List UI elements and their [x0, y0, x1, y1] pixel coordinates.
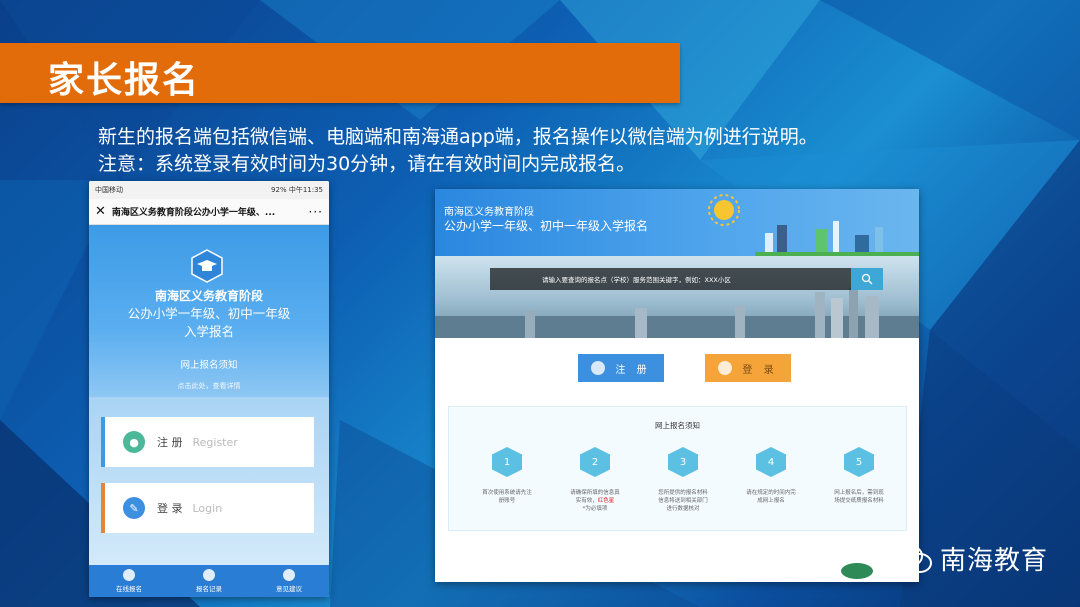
web-register-button[interactable]: 注 册 — [578, 354, 664, 382]
login-label: 登 录 — [157, 502, 183, 515]
step-2-icon: 2 — [580, 447, 610, 477]
mortarboard-icon — [191, 249, 223, 283]
apply-icon — [123, 569, 135, 581]
city-photo-icon — [435, 288, 919, 338]
wechat-navbar: ✕ 南海区义务教育阶段公办小学一年级、... ··· — [89, 199, 329, 225]
user-icon — [718, 361, 733, 375]
phone-hero: 南海区义务教育阶段 公办小学一年级、初中一年级 入学报名 网上报名须知 点击此处… — [89, 225, 329, 397]
register-en-label: Register — [192, 435, 238, 449]
notice-step: 4 请在规定的时间内完 成网上报名 — [727, 447, 815, 513]
notice-title: 网上报名须知 — [655, 421, 700, 430]
notice-steps: 1 首次使用系统请先注 册账号 2 请确保所填的信息真 实有效，红色星 *为必填… — [463, 447, 903, 513]
step-text-line: 册账号 — [498, 498, 516, 504]
step-text: 请确保所填的信息真 实有效，红色星 *为必填项 — [551, 489, 639, 513]
notice-step: 2 请确保所填的信息真 实有效，红色星 *为必填项 — [551, 447, 639, 513]
step-text: 网上报名后，需到现 场提交纸质报名材料 — [815, 489, 903, 505]
web-city-banner: 请输入要查询的报名点（学校）服务范围关键字，例如：XXX小区 — [435, 256, 919, 338]
pencil-icon: ✎ — [123, 497, 145, 519]
tab-apply-records[interactable]: 报名记录 — [196, 569, 222, 593]
notice-detail-link[interactable]: 点击此处，查看详情 — [89, 381, 329, 391]
status-bar: 中国移动 92% 中午11:35 — [89, 181, 329, 199]
notice-step: 5 网上报名后，需到现 场提交纸质报名材料 — [815, 447, 903, 513]
hero-line-2: 公办小学一年级、初中一年级 — [127, 306, 291, 321]
step-text: 请在规定的时间内完 成网上报名 — [727, 489, 815, 505]
tree-icon — [841, 563, 873, 579]
step-5-icon: 5 — [844, 447, 874, 477]
step-text: 首次使用系统请先注 册账号 — [463, 489, 551, 505]
tab-online-apply[interactable]: 在线报名 — [116, 569, 142, 593]
wechat-phone-screenshot: 中国移动 92% 中午11:35 ✕ 南海区义务教育阶段公办小学一年级、... … — [89, 181, 329, 597]
intro-line-1: 新生的报名端包括微信端、电脑端和南海通app端，报名操作以微信端为例进行说明。 — [98, 126, 818, 148]
step-1-icon: 1 — [492, 447, 522, 477]
records-icon — [203, 569, 215, 581]
phone-body: ● 注 册 Register ✎ 登 录 Login — [89, 397, 329, 575]
login-button-label: 登 录 — [742, 364, 778, 376]
step-text-line: 进行数据核对 — [666, 506, 700, 512]
intro-text: 新生的报名端包括微信端、电脑端和南海通app端，报名操作以微信端为例进行说明。 … — [98, 124, 818, 178]
notice-step: 3 您所提供的报名材料 信息将送到相关部门 进行数据核对 — [639, 447, 727, 513]
search-input[interactable]: 请输入要查询的报名点（学校）服务范围关键字，例如：XXX小区 — [490, 274, 851, 284]
more-icon[interactable]: ··· — [309, 205, 323, 219]
sun-icon — [708, 194, 740, 226]
school-search-bar[interactable]: 请输入要查询的报名点（学校）服务范围关键字，例如：XXX小区 — [490, 268, 883, 290]
tab-label: 报名记录 — [196, 585, 222, 593]
step-text-line: 请确保所填的信息真 — [570, 490, 620, 496]
step-text-line: 您所提供的报名材料 — [658, 490, 708, 496]
battery-time: 92% 中午11:35 — [271, 186, 323, 194]
step-text-line: 网上报名后，需到现 — [834, 490, 884, 496]
login-en-label: Login — [192, 501, 223, 515]
web-login-button[interactable]: 登 录 — [705, 354, 791, 382]
pencil-icon — [591, 361, 606, 375]
step-text-line: 成网上报名 — [757, 498, 785, 504]
wechat-watermark: 南海教育 — [892, 540, 1048, 577]
web-header-line-2: 公办小学一年级、初中一年级入学报名 — [444, 219, 649, 233]
search-button[interactable] — [851, 268, 883, 290]
hero-line-3: 入学报名 — [183, 324, 234, 339]
register-card[interactable]: ● 注 册 Register — [101, 417, 314, 467]
notice-step: 1 首次使用系统请先注 册账号 — [463, 447, 551, 513]
step-3-icon: 3 — [668, 447, 698, 477]
required-star-note: 红色星 — [597, 498, 615, 504]
title-banner: 家长报名 — [0, 43, 680, 103]
user-icon: ● — [123, 431, 145, 453]
intro-line-2: 注意：系统登录有效时间为30分钟，请在有效时间内完成报名。 — [98, 153, 636, 175]
city-skyline-icon — [755, 221, 919, 256]
web-header-line-1: 南海区义务教育阶段 — [444, 207, 534, 218]
web-notice-panel: 网上报名须知 1 首次使用系统请先注 册账号 2 请确保所填的信息真 实有效，红… — [448, 406, 907, 531]
phone-tabbar: 在线报名 报名记录 意见建议 — [89, 565, 329, 597]
tab-feedback[interactable]: 意见建议 — [276, 569, 302, 593]
step-4-icon: 4 — [756, 447, 786, 477]
register-button-label: 注 册 — [615, 364, 651, 376]
step-text: 您所提供的报名材料 信息将送到相关部门 进行数据核对 — [639, 489, 727, 513]
register-label: 注 册 — [157, 436, 183, 449]
wechat-icon — [893, 543, 932, 573]
step-text-line: 信息将送到相关部门 — [658, 498, 708, 504]
step-text-line: 请在规定的时间内完 — [746, 490, 796, 496]
search-icon — [861, 273, 873, 285]
hero-line-1: 南海区义务教育阶段 — [154, 289, 263, 303]
login-card[interactable]: ✎ 登 录 Login — [101, 483, 314, 533]
step-text-line: 实有效，红色星 — [551, 497, 639, 505]
step-text-line: 首次使用系统请先注 — [482, 490, 532, 496]
close-icon[interactable]: ✕ — [95, 204, 106, 219]
step-text-line: *为必填项 — [582, 506, 608, 512]
notice-link[interactable]: 网上报名须知 — [89, 357, 329, 371]
step-text-line: 场提交纸质报名材料 — [834, 498, 884, 504]
nav-title: 南海区义务教育阶段公办小学一年级、... — [111, 208, 276, 218]
web-header: 南海区义务教育阶段 公办小学一年级、初中一年级入学报名 — [435, 189, 919, 256]
feedback-icon — [283, 569, 295, 581]
brand-name: 南海教育 — [940, 546, 1049, 576]
tab-label: 意见建议 — [276, 585, 302, 593]
tab-label: 在线报名 — [116, 585, 142, 593]
carrier-label: 中国移动 — [95, 186, 123, 194]
step-text-part: 实有效， — [575, 498, 598, 504]
web-portal-screenshot: 南海区义务教育阶段 公办小学一年级、初中一年级入学报名 请输入要查询的报名点（学… — [435, 189, 919, 582]
page-title: 家长报名 — [48, 60, 201, 101]
